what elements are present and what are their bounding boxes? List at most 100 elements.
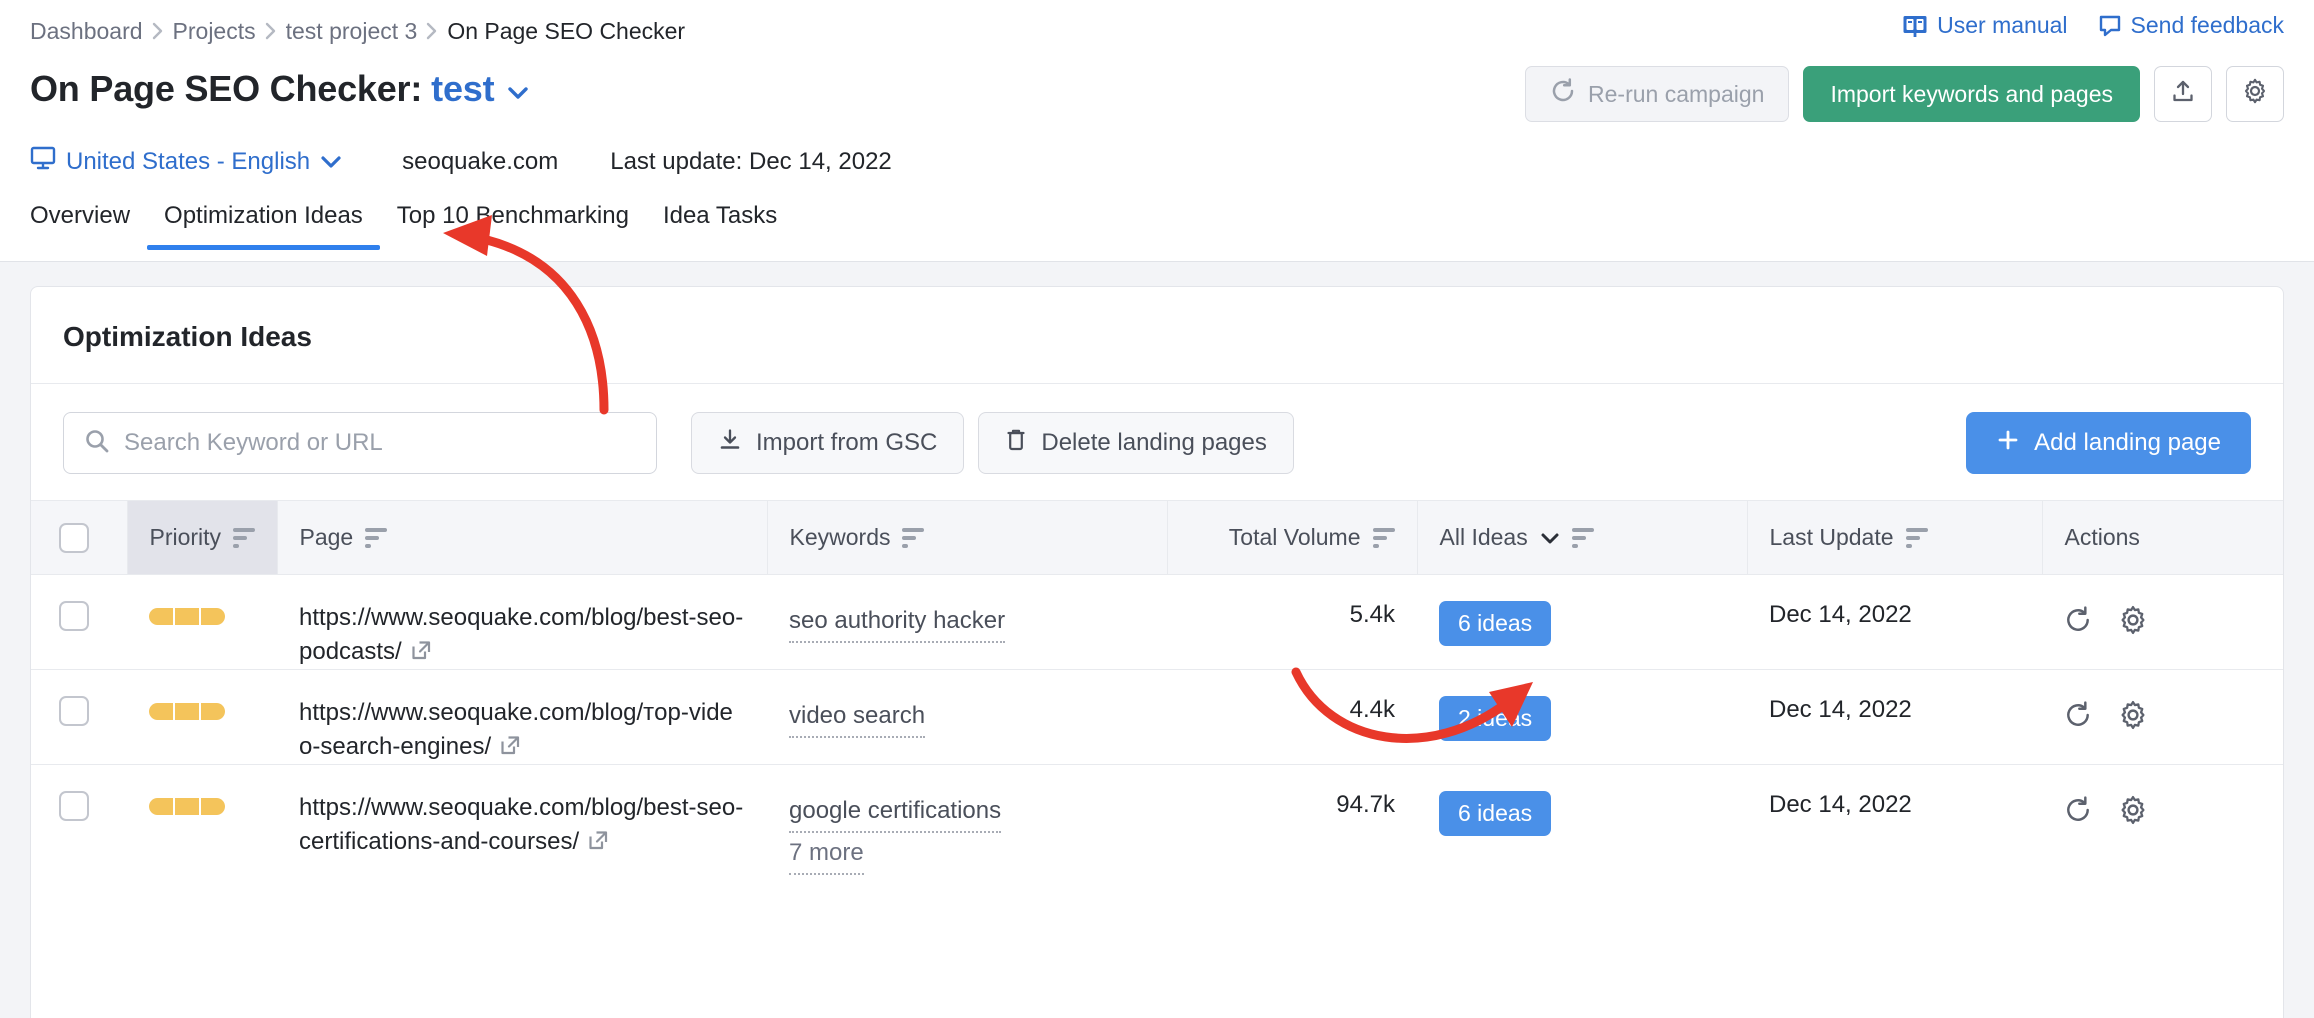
row-priority-cell <box>127 765 277 876</box>
tab-top-10-benchmarking[interactable]: Top 10 Benchmarking <box>380 200 646 250</box>
column-header-last-update[interactable]: Last Update <box>1747 500 2043 575</box>
campaign-meta-row: United States - English seoquake.com Las… <box>30 145 892 178</box>
chevron-down-icon[interactable] <box>506 68 530 110</box>
breadcrumb-item-test-project-3[interactable]: test project 3 <box>286 14 418 48</box>
breadcrumb-item-projects[interactable]: Projects <box>173 14 256 48</box>
priority-indicator <box>149 798 255 815</box>
speech-bubble-icon <box>2098 14 2122 38</box>
page-title-prefix: On Page SEO Checker: <box>30 68 423 109</box>
row-total-volume-cell: 4.4k <box>1167 669 1417 765</box>
re-run-campaign-label: Re-run campaign <box>1588 80 1765 107</box>
select-all-checkbox[interactable] <box>59 522 89 553</box>
page-url[interactable]: https://www.seoquake.com/blog/best-seo-c… <box>299 794 743 855</box>
tab-optimization-ideas-label: Optimization Ideas <box>164 202 363 229</box>
external-link-icon[interactable] <box>409 638 433 669</box>
tab-overview[interactable]: Overview <box>30 200 147 250</box>
row-total-volume-cell: 5.4k <box>1167 574 1417 670</box>
chevron-right-icon <box>417 14 447 48</box>
refresh-icon[interactable] <box>2064 796 2092 831</box>
import-keywords-and-pages-button[interactable]: Import keywords and pages <box>1803 66 2140 122</box>
trash-icon <box>1005 428 1027 459</box>
row-keywords-cell: seo authority hacker <box>767 574 1167 670</box>
breadcrumb-item-on-page-seo-checker: On Page SEO Checker <box>447 18 686 44</box>
row-last-update-cell: Dec 14, 2022 <box>1747 574 2042 670</box>
ideas-badge[interactable]: 6 ideas <box>1439 601 1552 646</box>
row-page-cell: https://www.seoquake.com/blog/best-seo-c… <box>277 765 767 876</box>
tab-idea-tasks-label: Idea Tasks <box>662 202 778 229</box>
sort-icon[interactable] <box>1571 527 1594 548</box>
sort-icon[interactable] <box>902 527 925 548</box>
chevron-right-icon <box>256 14 286 48</box>
download-icon <box>718 428 742 459</box>
row-priority-cell <box>127 574 277 670</box>
gear-icon[interactable] <box>2118 605 2148 642</box>
location-selector[interactable]: United States - English <box>30 145 342 178</box>
row-select-cell <box>31 574 127 670</box>
priority-indicator <box>149 703 255 720</box>
refresh-icon[interactable] <box>2064 701 2092 736</box>
row-page-cell: https://www.seoquake.com/blog/тop-video-… <box>277 669 767 765</box>
table-row[interactable]: https://www.seoquake.com/blog/best-seo-c… <box>31 765 2283 876</box>
column-header-keywords-label: Keywords <box>789 524 891 550</box>
column-header-all-ideas-label: All Ideas <box>1439 524 1528 550</box>
row-actions-cell <box>2042 765 2283 876</box>
chevron-down-icon[interactable] <box>1540 524 1560 551</box>
search-box[interactable] <box>63 412 657 474</box>
row-checkbox[interactable] <box>59 791 89 821</box>
row-checkbox[interactable] <box>59 601 89 631</box>
ideas-badge[interactable]: 2 ideas <box>1439 696 1552 741</box>
row-checkbox[interactable] <box>59 696 89 726</box>
add-landing-page-button[interactable]: Add landing page <box>1966 412 2251 474</box>
column-header-total-volume[interactable]: Total Volume <box>1167 500 1418 575</box>
delete-landing-pages-button[interactable]: Delete landing pages <box>978 412 1294 474</box>
table-row[interactable]: https://www.seoquake.com/blog/тop-video-… <box>31 669 2283 765</box>
search-icon <box>84 428 110 459</box>
user-manual-link[interactable]: User manual <box>1902 12 2068 39</box>
sort-icon[interactable] <box>365 527 388 548</box>
column-header-all-ideas[interactable]: All Ideas <box>1417 500 1748 575</box>
column-header-keywords[interactable]: Keywords <box>767 500 1168 575</box>
refresh-icon <box>1550 78 1576 110</box>
add-landing-page-label: Add landing page <box>2034 429 2221 456</box>
gear-icon[interactable] <box>2118 700 2148 737</box>
external-link-icon[interactable] <box>586 828 610 859</box>
column-header-last-update-label: Last Update <box>1769 524 1894 550</box>
total-volume-value: 4.4k <box>1349 696 1395 723</box>
row-priority-cell <box>127 669 277 765</box>
delete-landing-pages-label: Delete landing pages <box>1041 429 1267 456</box>
settings-button[interactable] <box>2226 66 2284 122</box>
sort-icon[interactable] <box>233 527 256 548</box>
row-page-cell: https://www.seoquake.com/blog/best-seo-p… <box>277 574 767 670</box>
table-row[interactable]: https://www.seoquake.com/blog/best-seo-p… <box>31 574 2283 670</box>
sort-icon[interactable] <box>1905 527 1928 548</box>
column-header-page[interactable]: Page <box>277 500 768 575</box>
refresh-icon[interactable] <box>2064 606 2092 641</box>
column-header-actions: Actions <box>2042 500 2283 575</box>
keyword-link[interactable]: google certifications <box>789 791 1002 833</box>
search-input[interactable] <box>124 429 636 457</box>
tab-idea-tasks[interactable]: Idea Tasks <box>646 200 794 250</box>
gear-icon[interactable] <box>2118 795 2148 832</box>
breadcrumb-item-dashboard[interactable]: Dashboard <box>30 14 143 48</box>
row-last-update-cell: Dec 14, 2022 <box>1747 765 2042 876</box>
monitor-icon <box>30 145 56 178</box>
keyword-link[interactable]: video search <box>789 696 926 738</box>
sort-icon[interactable] <box>1372 527 1395 548</box>
keyword-link[interactable]: seo authority hacker <box>789 601 1006 643</box>
last-update-value: Dec 14, 2022 <box>1769 601 1912 628</box>
keywords-more-link[interactable]: 7 more <box>789 833 864 875</box>
ideas-badge[interactable]: 6 ideas <box>1439 791 1552 836</box>
page-url[interactable]: https://www.seoquake.com/blog/best-seo-p… <box>299 604 743 665</box>
re-run-campaign-button[interactable]: Re-run campaign <box>1525 66 1790 122</box>
page-header: Dashboard Projects test project 3 On Pag… <box>0 0 2314 262</box>
tab-optimization-ideas[interactable]: Optimization Ideas <box>147 200 380 250</box>
column-header-page-label: Page <box>299 524 354 550</box>
domain-label: seoquake.com <box>402 147 559 175</box>
send-feedback-link[interactable]: Send feedback <box>2098 12 2284 39</box>
import-from-gsc-button[interactable]: Import from GSC <box>691 412 965 474</box>
external-link-icon[interactable] <box>498 733 522 764</box>
project-name-link[interactable]: test <box>431 68 494 109</box>
export-button[interactable] <box>2154 66 2212 122</box>
row-actions-cell <box>2042 669 2283 765</box>
column-header-priority[interactable]: Priority <box>127 500 278 575</box>
